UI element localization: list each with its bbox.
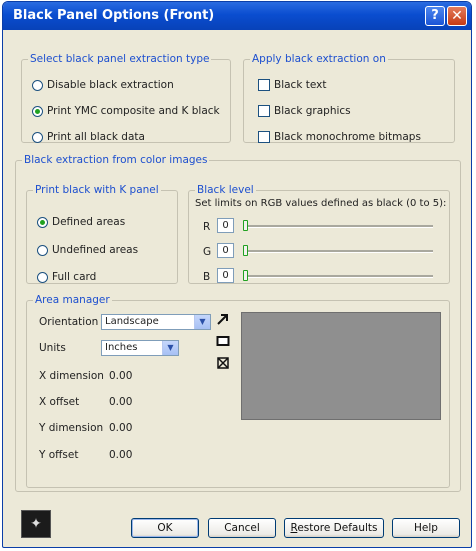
- extraction-type-group: Select black panel extraction type Disab…: [21, 53, 231, 143]
- print-k-legend: Print black with K panel: [35, 184, 159, 196]
- x-dimension-value: 0.00: [109, 370, 133, 382]
- radio-undefined-areas[interactable]: Undefined areas: [37, 244, 138, 256]
- ok-button[interactable]: OK: [131, 518, 199, 538]
- area-preview-canvas[interactable]: [241, 312, 441, 420]
- radio-full-card-indicator[interactable]: [37, 271, 48, 283]
- x-offset-value: 0.00: [109, 396, 133, 408]
- radio-ymc-composite[interactable]: Print YMC composite and K black: [32, 105, 220, 117]
- check-black-bitmaps-label: Black monochrome bitmaps: [274, 131, 421, 143]
- x-dimension-label: X dimension: [39, 370, 104, 382]
- radio-all-black[interactable]: Print all black data: [32, 131, 145, 143]
- channel-g-value[interactable]: 0: [217, 243, 234, 258]
- channel-g-label: G: [203, 246, 212, 258]
- y-offset-value: 0.00: [109, 449, 133, 461]
- radio-ymc-composite-label: Print YMC composite and K black: [47, 105, 220, 117]
- black-level-group: Black level Set limits on RGB values def…: [188, 184, 450, 284]
- check-black-graphics-label: Black graphics: [274, 105, 351, 117]
- radio-all-black-indicator[interactable]: [32, 131, 43, 143]
- orientation-select[interactable]: Landscape ▼: [101, 314, 211, 330]
- radio-disable-extraction-indicator[interactable]: [32, 79, 43, 91]
- area-manager-legend: Area manager: [35, 294, 110, 306]
- title-close-button[interactable]: ✕: [447, 6, 467, 26]
- channel-g-slider-track[interactable]: [243, 250, 433, 253]
- channel-b-label: B: [203, 271, 211, 283]
- black-level-hint: Set limits on RGB values defined as blac…: [195, 198, 447, 209]
- channel-b-value[interactable]: 0: [217, 268, 234, 283]
- check-black-text[interactable]: Black text: [258, 79, 326, 91]
- channel-r-slider-thumb[interactable]: [243, 220, 248, 231]
- channel-b-slider-track[interactable]: [243, 275, 433, 278]
- radio-undefined-areas-indicator[interactable]: [37, 244, 48, 256]
- color-images-group: Black extraction from color images Print…: [15, 154, 461, 492]
- title-help-button[interactable]: ?: [425, 6, 445, 26]
- units-label: Units: [39, 342, 66, 354]
- orientation-label: Orientation: [39, 316, 99, 328]
- window-title: Black Panel Options (Front): [13, 8, 215, 23]
- chevron-down-icon[interactable]: ▼: [194, 315, 210, 329]
- rectangle-tool-icon[interactable]: [215, 334, 231, 350]
- y-offset-label: Y offset: [39, 449, 79, 461]
- channel-r-value[interactable]: 0: [217, 218, 234, 233]
- x-offset-label: X offset: [39, 396, 80, 408]
- print-k-group: Print black with K panel Defined areas U…: [26, 184, 178, 284]
- dialog-window: Black Panel Options (Front) ? ✕ Select b…: [2, 1, 472, 548]
- radio-full-card-label: Full card: [52, 271, 97, 283]
- check-black-graphics[interactable]: Black graphics: [258, 105, 351, 117]
- channel-r-slider-track[interactable]: [243, 225, 433, 228]
- y-dimension-value: 0.00: [109, 422, 133, 434]
- radio-disable-extraction[interactable]: Disable black extraction: [32, 79, 174, 91]
- check-black-text-box[interactable]: [258, 79, 270, 91]
- restore-defaults-button[interactable]: Restore Defaults: [284, 518, 384, 538]
- area-manager-group: Area manager Orientation Landscape ▼ Uni…: [26, 294, 450, 488]
- apply-extraction-group: Apply black extraction on Black text Bla…: [243, 53, 455, 143]
- cancel-button[interactable]: Cancel: [208, 518, 276, 538]
- radio-defined-areas-label: Defined areas: [52, 216, 126, 228]
- orientation-select-value: Landscape: [105, 316, 159, 327]
- apply-extraction-legend: Apply black extraction on: [252, 53, 386, 65]
- title-bar: Black Panel Options (Front) ? ✕: [3, 2, 471, 30]
- channel-b-slider-thumb[interactable]: [243, 270, 248, 281]
- help-button[interactable]: Help: [392, 518, 460, 538]
- radio-full-card[interactable]: Full card: [37, 271, 96, 283]
- extraction-type-legend: Select black panel extraction type: [30, 53, 210, 65]
- units-select-value: Inches: [105, 342, 138, 353]
- black-level-legend: Black level: [197, 184, 254, 196]
- radio-all-black-label: Print all black data: [47, 131, 145, 143]
- check-black-bitmaps[interactable]: Black monochrome bitmaps: [258, 131, 421, 143]
- chevron-down-icon[interactable]: ▼: [162, 341, 178, 355]
- radio-ymc-composite-indicator[interactable]: [32, 105, 43, 117]
- color-images-legend: Black extraction from color images: [24, 154, 208, 166]
- channel-r-label: R: [203, 221, 211, 233]
- restore-defaults-label: estore Defaults: [297, 522, 378, 534]
- delete-area-icon[interactable]: [215, 356, 231, 372]
- radio-undefined-areas-label: Undefined areas: [52, 244, 139, 256]
- units-select[interactable]: Inches ▼: [101, 340, 179, 356]
- check-black-text-label: Black text: [274, 79, 327, 91]
- radio-defined-areas-indicator[interactable]: [37, 216, 48, 228]
- check-black-bitmaps-box[interactable]: [258, 131, 270, 143]
- radio-disable-extraction-label: Disable black extraction: [47, 79, 174, 91]
- check-black-graphics-box[interactable]: [258, 105, 270, 117]
- radio-defined-areas[interactable]: Defined areas: [37, 216, 125, 228]
- zebra-logo-icon: ✦: [21, 510, 51, 538]
- channel-g-slider-thumb[interactable]: [243, 245, 248, 256]
- pointer-arrow-icon[interactable]: [215, 312, 231, 328]
- y-dimension-label: Y dimension: [39, 422, 104, 434]
